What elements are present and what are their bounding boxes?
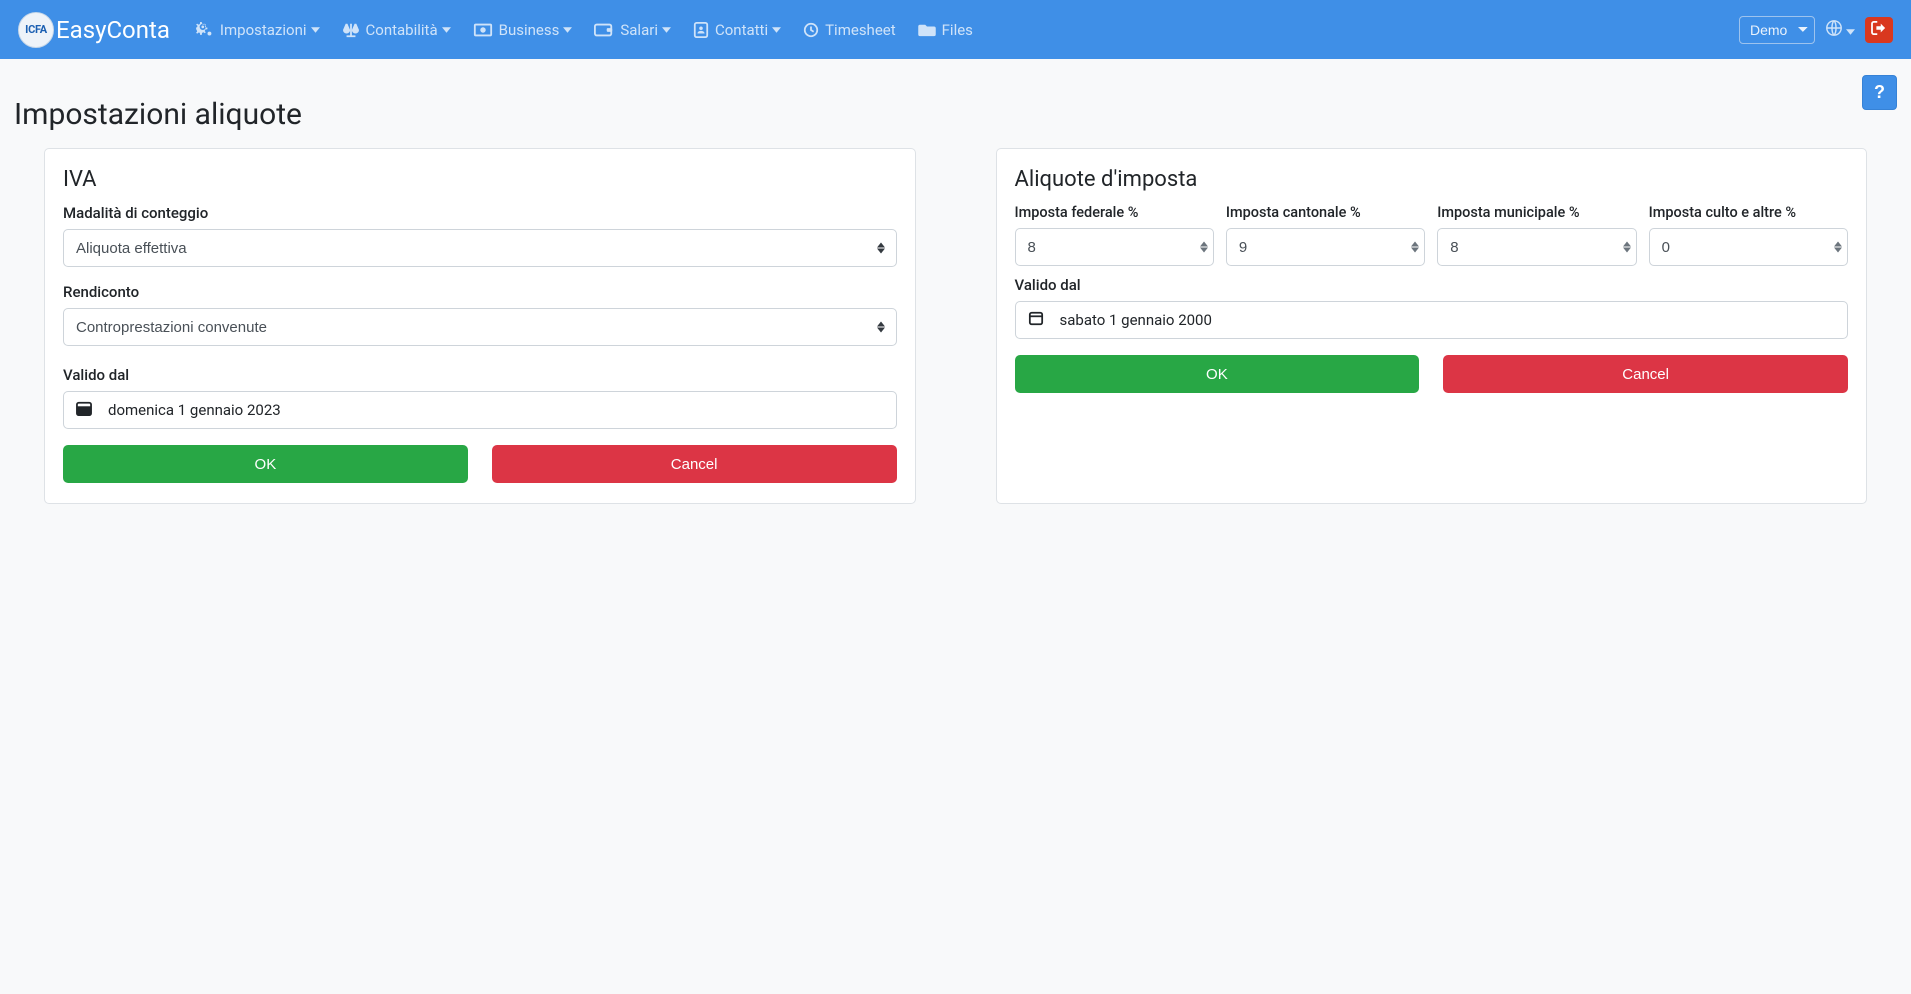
calendar-outline-icon <box>1028 311 1044 330</box>
iva-card: IVA Madalità di conteggio Aliquota effet… <box>44 148 916 504</box>
nav-files[interactable]: Files <box>908 13 983 47</box>
iva-mode-label: Madalità di conteggio <box>63 204 897 222</box>
iva-report-select[interactable]: Controprestazioni convenute <box>63 308 897 346</box>
chevron-down-icon <box>772 27 781 33</box>
gears-icon <box>196 22 214 38</box>
iva-cancel-button[interactable]: Cancel <box>492 445 897 483</box>
clock-icon <box>803 22 819 38</box>
nav-label: Files <box>942 21 973 39</box>
tax-cult-input[interactable] <box>1649 228 1848 266</box>
nav-salari[interactable]: Salari <box>584 13 681 47</box>
iva-report-label: Rendiconto <box>63 283 897 301</box>
address-book-icon <box>693 22 709 38</box>
chevron-down-icon <box>662 27 671 33</box>
tax-cult-label: Imposta culto e altre % <box>1649 204 1848 221</box>
nav-label: Contabilità <box>366 21 438 39</box>
tax-cantonal-input[interactable] <box>1226 228 1425 266</box>
nav-label: Business <box>499 21 560 39</box>
iva-valid-label: Valido dal <box>63 366 897 384</box>
tax-municipal-input[interactable] <box>1437 228 1636 266</box>
top-navbar: ICFA EasyConta Impostazioni Contabilità <box>0 0 1911 59</box>
tax-federal-input[interactable] <box>1015 228 1214 266</box>
nav-label: Contatti <box>715 21 768 39</box>
iva-title: IVA <box>63 167 897 192</box>
nav-contatti[interactable]: Contatti <box>683 13 791 47</box>
tax-ok-button[interactable]: OK <box>1015 355 1420 393</box>
tax-cantonal-label: Imposta cantonale % <box>1226 204 1425 221</box>
iva-mode-select[interactable]: Aliquota effettiva <box>63 229 897 267</box>
chevron-down-icon <box>563 27 572 33</box>
page-title: Impostazioni aliquote <box>14 97 1897 132</box>
logout-icon <box>1871 21 1887 38</box>
nav-impostazioni[interactable]: Impostazioni <box>186 13 330 47</box>
org-select[interactable]: Demo <box>1739 16 1815 44</box>
tax-valid-date-input[interactable]: sabato 1 gennaio 2000 <box>1015 301 1849 339</box>
nav-timesheet[interactable]: Timesheet <box>793 13 906 47</box>
tax-federal-label: Imposta federale % <box>1015 204 1214 221</box>
tax-municipal-label: Imposta municipale % <box>1437 204 1636 221</box>
nav-contabilita[interactable]: Contabilità <box>332 13 461 47</box>
nav-label: Impostazioni <box>220 21 307 39</box>
calendar-icon <box>76 401 92 420</box>
iva-valid-date-text: domenica 1 gennaio 2023 <box>108 401 281 419</box>
tax-valid-label: Valido dal <box>1015 276 1849 294</box>
folder-icon <box>918 23 936 37</box>
tax-cancel-button[interactable]: Cancel <box>1443 355 1848 393</box>
brand[interactable]: ICFA EasyConta <box>18 12 170 48</box>
chevron-down-icon <box>442 27 451 33</box>
help-label: ? <box>1874 82 1885 103</box>
nav-right: Demo <box>1739 16 1893 44</box>
globe-icon <box>1825 19 1843 41</box>
chevron-down-icon <box>1846 20 1855 39</box>
tax-valid-date-text: sabato 1 gennaio 2000 <box>1060 311 1212 329</box>
chevron-down-icon <box>311 27 320 33</box>
scale-icon <box>342 22 360 38</box>
language-menu[interactable] <box>1825 19 1855 41</box>
brand-logo-text: ICFA <box>25 23 47 36</box>
tax-card: Aliquote d'imposta Imposta federale % Im… <box>996 148 1868 504</box>
nav-label: Salari <box>620 21 658 39</box>
main-nav: Impostazioni Contabilità Business <box>186 13 1739 47</box>
wallet-icon <box>594 23 614 37</box>
logout-button[interactable] <box>1865 17 1893 43</box>
nav-business[interactable]: Business <box>463 13 583 47</box>
brand-name: EasyConta <box>56 16 170 44</box>
help-button[interactable]: ? <box>1862 75 1897 110</box>
iva-valid-date-input[interactable]: domenica 1 gennaio 2023 <box>63 391 897 429</box>
nav-label: Timesheet <box>825 21 896 39</box>
money-icon <box>473 23 493 37</box>
iva-ok-button[interactable]: OK <box>63 445 468 483</box>
tax-title: Aliquote d'imposta <box>1015 167 1849 192</box>
brand-logo: ICFA <box>18 12 54 48</box>
